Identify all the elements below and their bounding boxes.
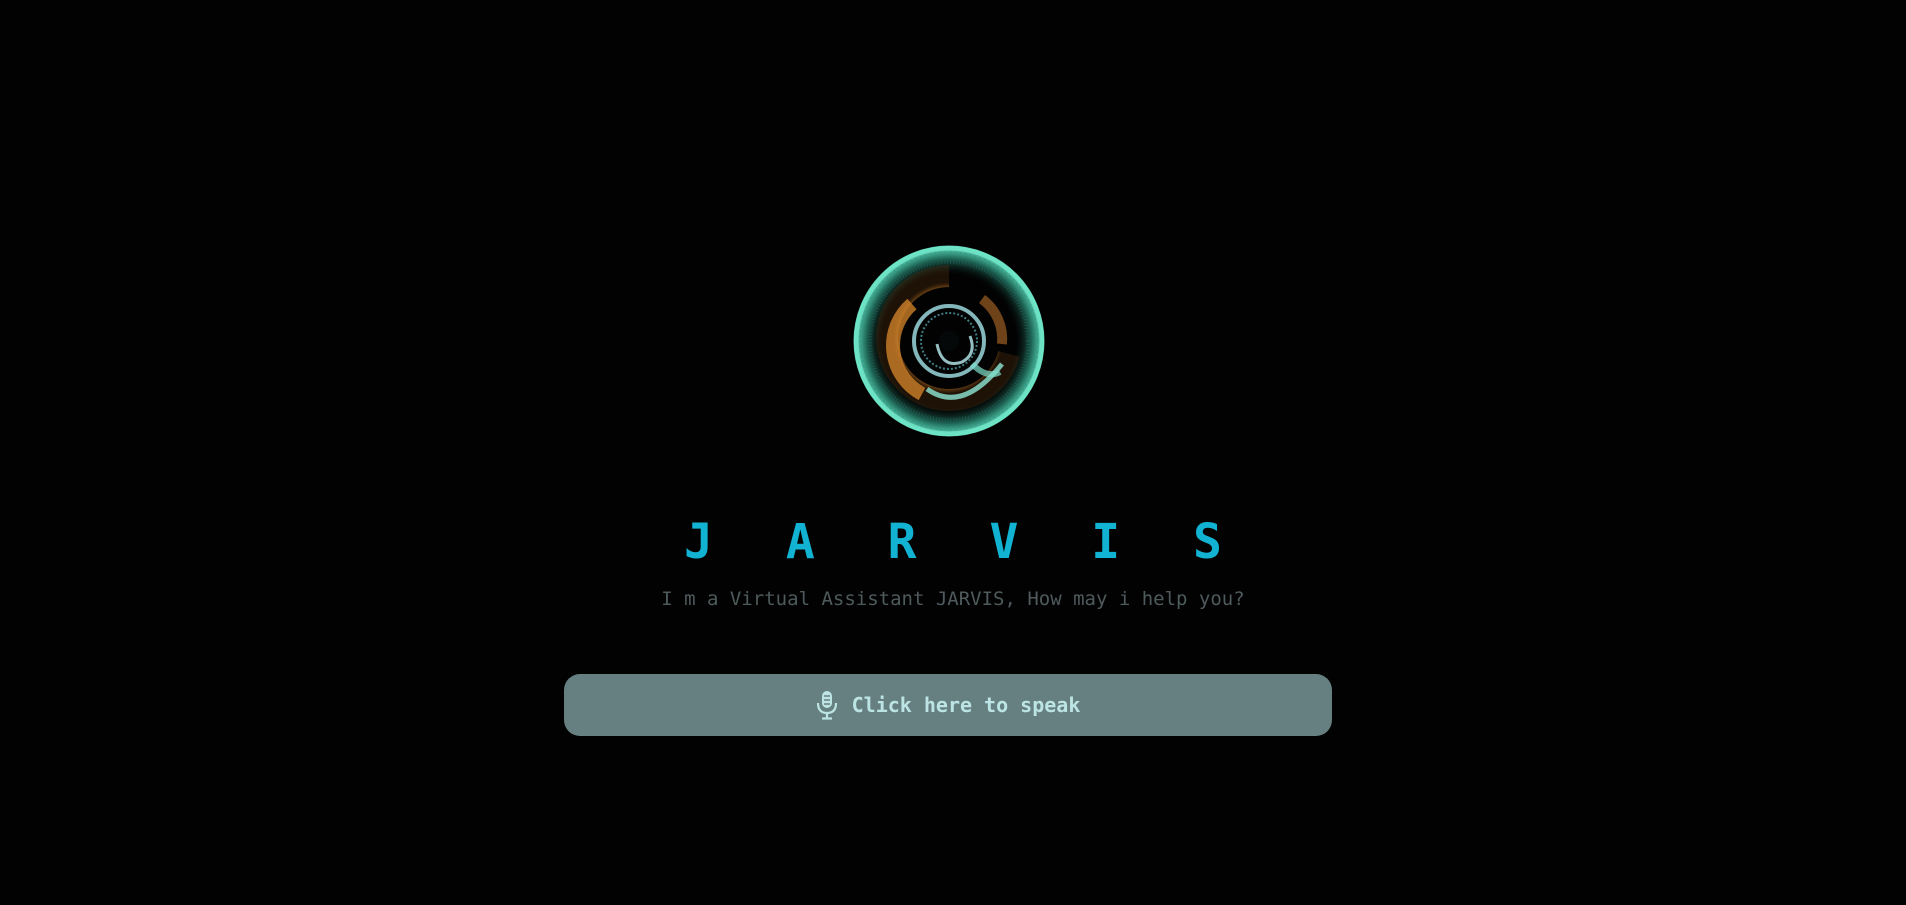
microphone-icon xyxy=(816,691,837,720)
jarvis-orb-animation xyxy=(853,245,1045,437)
assistant-greeting: I m a Virtual Assistant JARVIS, How may … xyxy=(661,588,1245,610)
page-title: J A R V I S xyxy=(684,514,1244,570)
jarvis-page: J A R V I S I m a Virtual Assistant JARV… xyxy=(0,0,1906,905)
speak-button[interactable]: Click here to speak xyxy=(564,674,1332,736)
speak-button-label: Click here to speak xyxy=(851,693,1081,717)
